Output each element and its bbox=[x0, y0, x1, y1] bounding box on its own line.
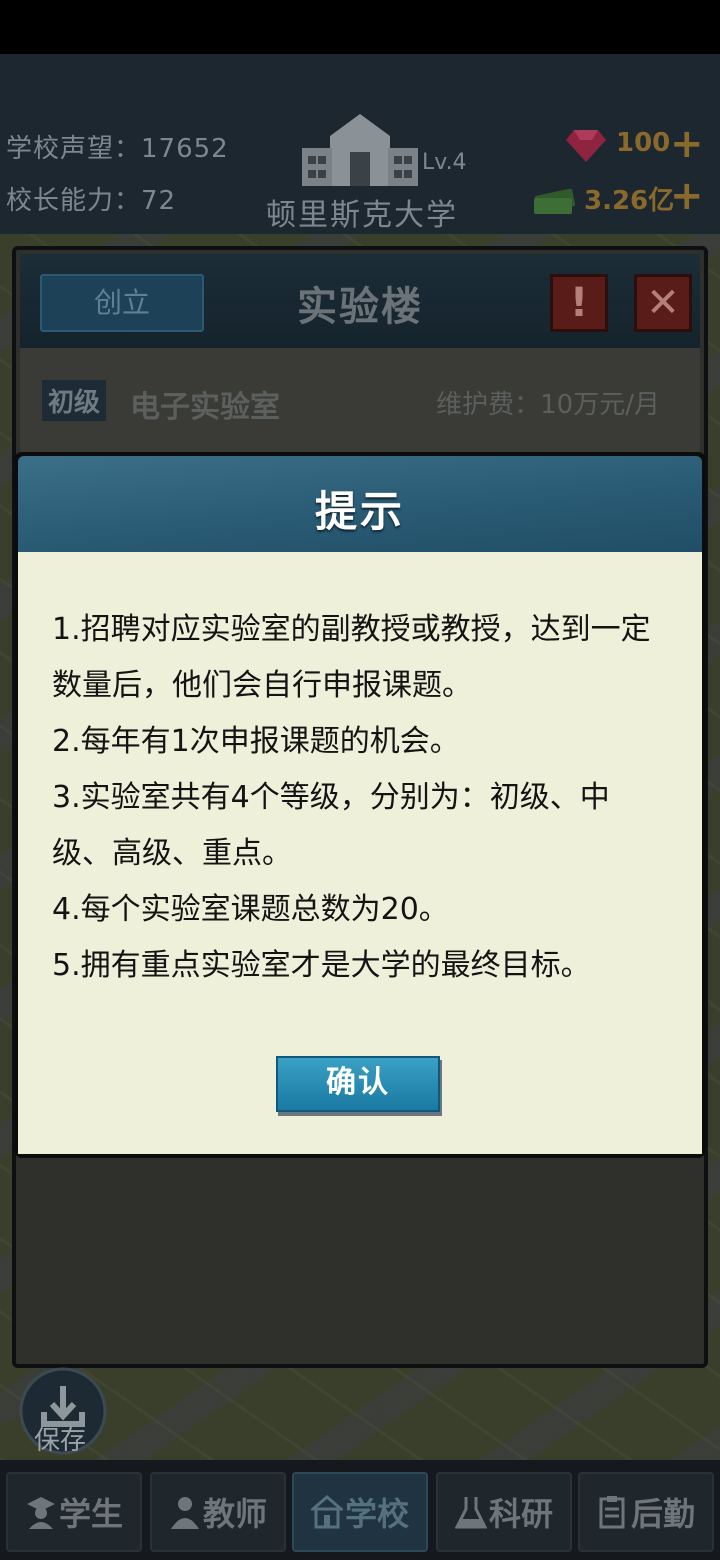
school-building-icon bbox=[302, 114, 418, 186]
teacher-icon bbox=[170, 1497, 199, 1529]
nav-label: 科研 bbox=[488, 1495, 553, 1533]
gem-count: 100 bbox=[616, 128, 671, 158]
hint-line: 4.每个实验室课题总数为20。 bbox=[52, 892, 449, 927]
flask-icon bbox=[454, 1497, 487, 1529]
nav-logistics[interactable]: 后勤 bbox=[578, 1472, 714, 1552]
add-money-button[interactable]: + bbox=[670, 176, 704, 216]
nav-label: 学校 bbox=[344, 1495, 409, 1533]
lab-tier-badge: 初级 bbox=[42, 380, 107, 421]
nav-teachers[interactable]: 教师 bbox=[150, 1472, 286, 1552]
school-name: 顿里斯克大学 bbox=[266, 198, 458, 233]
money-count: 3.26亿 bbox=[584, 186, 675, 216]
nav-students[interactable]: 学生 bbox=[6, 1472, 142, 1552]
dialog-title: 提示 bbox=[314, 487, 405, 536]
add-gems-button[interactable]: + bbox=[670, 124, 704, 164]
hint-line: 3.实验室共有4个等级，分别为：初级、中级、高级、重点。 bbox=[52, 780, 610, 871]
gem-icon bbox=[566, 130, 606, 162]
dialog-header: 提示 bbox=[18, 456, 702, 552]
status-bar bbox=[0, 0, 720, 54]
alert-button[interactable]: ! bbox=[550, 274, 608, 332]
nav-school[interactable]: 学校 bbox=[292, 1472, 428, 1552]
school-level: Lv.4 bbox=[422, 150, 467, 175]
dialog-body: 1.招聘对应实验室的副教授或教授，达到一定数量后，他们会自行申报课题。 2.每年… bbox=[18, 552, 702, 1154]
nav-label: 后勤 bbox=[630, 1495, 695, 1533]
hint-line: 1.招聘对应实验室的副教授或教授，达到一定数量后，他们会自行申报课题。 bbox=[52, 612, 651, 703]
clipboard-icon bbox=[599, 1496, 625, 1529]
principal-ability: 校长能力：72 bbox=[6, 186, 177, 216]
save-label: 保存 bbox=[34, 1426, 87, 1456]
lab-maintenance-fee: 维护费：10万元/月 bbox=[436, 390, 660, 420]
hint-line: 2.每年有1次申报课题的机会。 bbox=[52, 724, 460, 759]
school-reputation: 学校声望：17652 bbox=[6, 134, 229, 164]
student-icon bbox=[26, 1497, 55, 1529]
lab-row: 初级 电子实验室 维护费：10万元/月 bbox=[20, 348, 700, 458]
cash-icon bbox=[534, 188, 576, 214]
nav-label: 学生 bbox=[58, 1495, 123, 1533]
hint-list: 1.招聘对应实验室的副教授或教授，达到一定数量后，他们会自行申报课题。 2.每年… bbox=[52, 602, 652, 994]
hint-dialog: 提示 1.招聘对应实验室的副教授或教授，达到一定数量后，他们会自行申报课题。 2… bbox=[14, 452, 706, 1158]
panel-header: 创立 实验楼 ! ✕ bbox=[20, 254, 700, 348]
nav-label: 教师 bbox=[202, 1495, 267, 1533]
close-button[interactable]: ✕ bbox=[634, 274, 692, 332]
lab-name: 电子实验室 bbox=[130, 390, 280, 425]
school-icon bbox=[310, 1495, 343, 1529]
confirm-button[interactable]: 确认 bbox=[276, 1056, 440, 1112]
nav-research[interactable]: 科研 bbox=[436, 1472, 572, 1552]
bottom-nav: 学生 教师 学校 科研 后勤 bbox=[0, 1460, 720, 1560]
hint-line: 5.拥有重点实验室才是大学的最终目标。 bbox=[52, 948, 591, 983]
